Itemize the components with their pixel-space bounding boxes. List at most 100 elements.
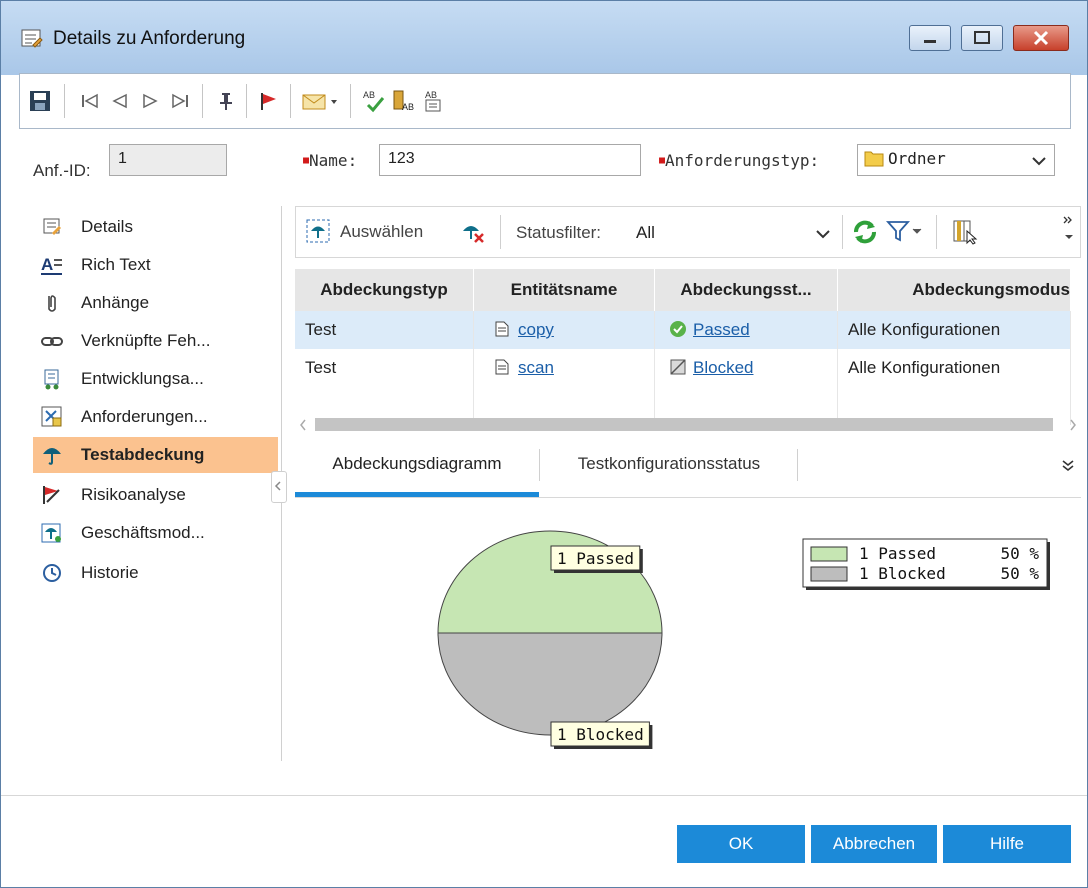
paperclip-icon xyxy=(41,292,63,314)
nav-item-label: Testabdeckung xyxy=(81,445,205,464)
tab-test-configuration-status[interactable]: Testkonfigurationsstatus xyxy=(541,441,797,497)
nav-item-details[interactable]: Details xyxy=(33,211,278,243)
coverage-mode-cell: Alle Konfigurationen xyxy=(837,349,1071,387)
first-record-icon xyxy=(82,93,98,109)
column-header[interactable]: Abdeckungsst... xyxy=(654,269,838,311)
nav-item-test-coverage[interactable]: Testabdeckung xyxy=(33,437,278,473)
close-button[interactable] xyxy=(1013,25,1069,51)
svg-text:50 %: 50 % xyxy=(1000,564,1039,583)
spelling-options-button[interactable]: AB xyxy=(422,88,446,114)
remove-coverage-button[interactable] xyxy=(460,219,486,250)
type-select[interactable]: Ordner xyxy=(857,144,1055,176)
filter-button[interactable] xyxy=(886,219,924,243)
column-header[interactable]: Entitätsname xyxy=(473,269,655,311)
pie-label-blocked: 1 Blocked xyxy=(550,721,653,749)
nav-item-rich-text[interactable]: A Rich Text xyxy=(33,249,278,281)
table-row[interactable]: Test scan Blocked Alle Konfigurationen xyxy=(295,349,1071,387)
toolbar-overflow-button[interactable] xyxy=(1062,211,1076,256)
status-link[interactable]: Blocked xyxy=(693,358,753,377)
previous-record-button[interactable] xyxy=(108,88,132,114)
ok-button[interactable]: OK xyxy=(677,825,805,863)
nav-item-label: Historie xyxy=(81,563,139,582)
pin-icon xyxy=(220,93,232,110)
blocked-icon xyxy=(670,359,686,375)
next-record-button[interactable] xyxy=(138,88,162,114)
scroll-right-icon xyxy=(1070,419,1076,431)
tab-coverage-chart[interactable]: Abdeckungsdiagramm xyxy=(295,441,539,497)
nav-item-label: Anhänge xyxy=(81,293,150,312)
chevron-down-icon xyxy=(816,230,830,239)
pie-slice-blocked xyxy=(437,632,663,736)
chevron-overflow-icon xyxy=(1063,216,1073,239)
nav-item-label: Geschäftsmod... xyxy=(81,523,205,542)
minimize-button[interactable] xyxy=(909,25,951,51)
status-filter-label: Statusfilter: xyxy=(516,223,602,242)
name-field[interactable]: 123 xyxy=(379,144,641,176)
refresh-icon xyxy=(854,220,876,244)
id-field: 1 xyxy=(109,144,227,176)
folder-icon xyxy=(864,151,884,167)
risk-icon xyxy=(41,484,63,506)
maximize-icon xyxy=(974,31,990,44)
nav-item-risk-analysis[interactable]: Risikoanalyse xyxy=(33,479,278,511)
entity-cell: copy xyxy=(473,311,655,349)
status-filter-select[interactable]: All xyxy=(632,215,836,249)
horizontal-scrollbar[interactable] xyxy=(295,415,1081,435)
coverage-type-cell: Test xyxy=(295,349,474,387)
help-button[interactable]: Hilfe xyxy=(943,825,1071,863)
pie-label-passed: 1 Passed xyxy=(550,545,643,573)
nav-item-linked-defects[interactable]: Verknüpfte Feh... xyxy=(33,325,278,357)
nav-item-business-models[interactable]: Geschäftsmod... xyxy=(33,517,278,549)
nav-item-label: Entwicklungsa... xyxy=(81,369,204,388)
refresh-button[interactable] xyxy=(852,219,878,250)
nav-item-label: Anforderungen... xyxy=(81,407,208,426)
scrollbar-thumb[interactable] xyxy=(315,418,1053,431)
rich-text-icon: A xyxy=(41,254,63,276)
details-icon xyxy=(41,216,63,238)
nav-item-label: Risikoanalyse xyxy=(81,485,186,504)
status-link[interactable]: Passed xyxy=(693,320,750,339)
last-record-icon xyxy=(172,93,188,109)
entity-link[interactable]: copy xyxy=(518,320,554,339)
remove-coverage-icon xyxy=(463,226,484,243)
spelling-options-icon: AB xyxy=(425,90,441,112)
pin-button[interactable] xyxy=(214,88,238,114)
nav-item-requirements[interactable]: Anforderungen... xyxy=(33,401,278,433)
send-mail-button[interactable] xyxy=(302,88,342,114)
requirements-icon xyxy=(41,406,63,428)
table-row[interactable]: Test copy Passed Alle Konfigurationen xyxy=(295,311,1071,349)
chart-legend: 1 Passed 50 % 1 Blocked 50 % xyxy=(802,538,1050,590)
flag-button[interactable] xyxy=(256,88,280,114)
svg-text:1 Passed: 1 Passed xyxy=(557,549,634,568)
svg-text:1 Passed: 1 Passed xyxy=(859,544,936,563)
first-record-button[interactable] xyxy=(78,88,102,114)
umbrella-icon xyxy=(41,444,63,466)
save-button[interactable] xyxy=(28,88,52,114)
thesaurus-button[interactable]: AB xyxy=(392,88,416,114)
entity-link[interactable]: scan xyxy=(518,358,554,377)
name-label: ■Name: xyxy=(303,151,358,170)
svg-text:AB: AB xyxy=(402,102,414,112)
nav-item-history[interactable]: Historie xyxy=(33,557,278,589)
next-record-icon xyxy=(143,93,158,109)
test-icon xyxy=(495,359,509,375)
expand-panel-icon[interactable] xyxy=(1061,459,1075,473)
maximize-button[interactable] xyxy=(961,25,1003,51)
window-title: Details zu Anforderung xyxy=(53,28,246,49)
column-header[interactable]: Abdeckungstyp xyxy=(295,269,474,311)
svg-text:AB: AB xyxy=(363,90,375,100)
svg-text:AB: AB xyxy=(425,90,437,100)
select-columns-button[interactable] xyxy=(952,219,978,250)
nav-item-development[interactable]: Entwicklungsa... xyxy=(33,363,278,395)
test-icon xyxy=(495,321,509,337)
spell-check-icon: AB xyxy=(363,90,385,113)
select-tests-button[interactable]: Auswählen xyxy=(306,219,423,245)
nav-item-attachments[interactable]: Anhänge xyxy=(33,287,278,319)
spell-check-button[interactable]: AB xyxy=(362,88,386,114)
collapse-panel-handle[interactable] xyxy=(271,471,287,503)
column-header[interactable]: Abdeckungsmodus xyxy=(837,269,1071,311)
cancel-button[interactable]: Abbrechen xyxy=(811,825,937,863)
coverage-status-cell: Blocked xyxy=(654,349,838,387)
last-record-button[interactable] xyxy=(168,88,192,114)
svg-text:A: A xyxy=(41,255,53,274)
